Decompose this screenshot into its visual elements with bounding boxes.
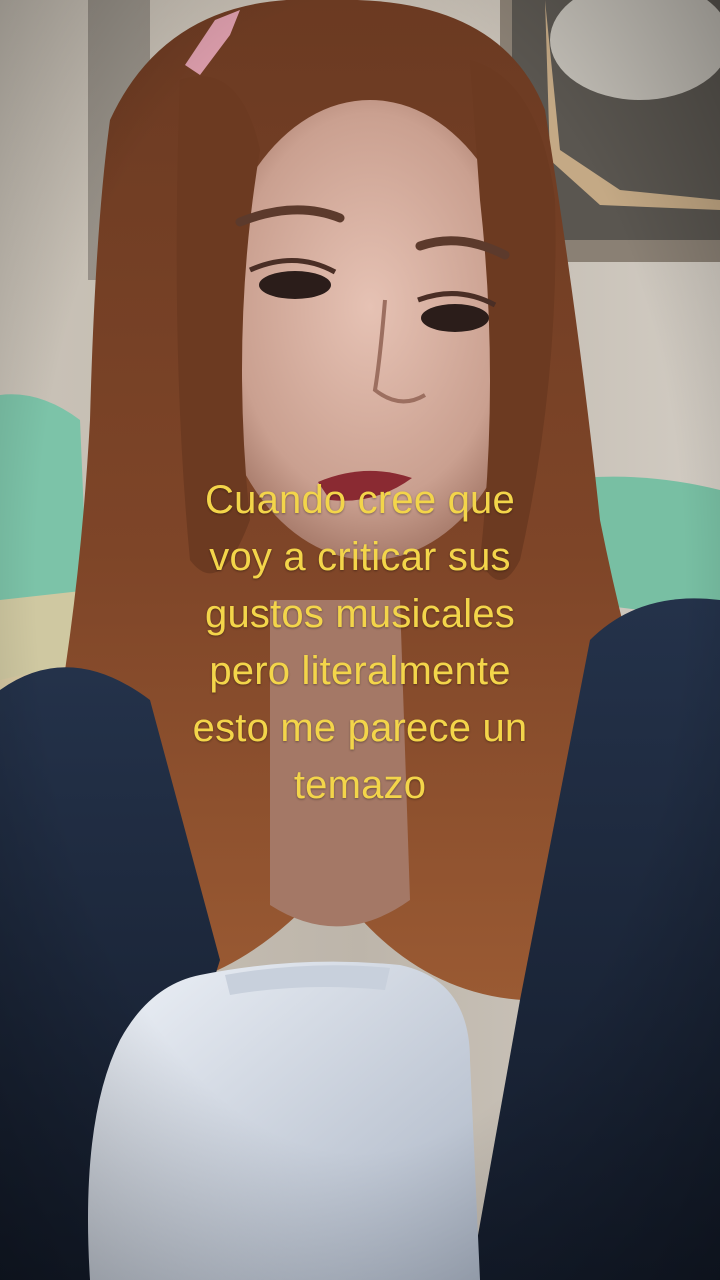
caption-line-5: esto me parece un — [192, 706, 528, 750]
caption-line-2: voy a criticar sus — [209, 535, 511, 579]
video-frame[interactable]: Cuando cree que voy a criticar sus gusto… — [0, 0, 720, 1280]
caption-line-6: temazo — [293, 763, 427, 807]
caption-line-3: gustos musicales — [205, 592, 515, 636]
video-caption: Cuando cree que voy a criticar sus gusto… — [140, 472, 580, 814]
caption-line-4: pero literalmente — [209, 649, 511, 693]
caption-line-1: Cuando cree que — [205, 478, 515, 522]
